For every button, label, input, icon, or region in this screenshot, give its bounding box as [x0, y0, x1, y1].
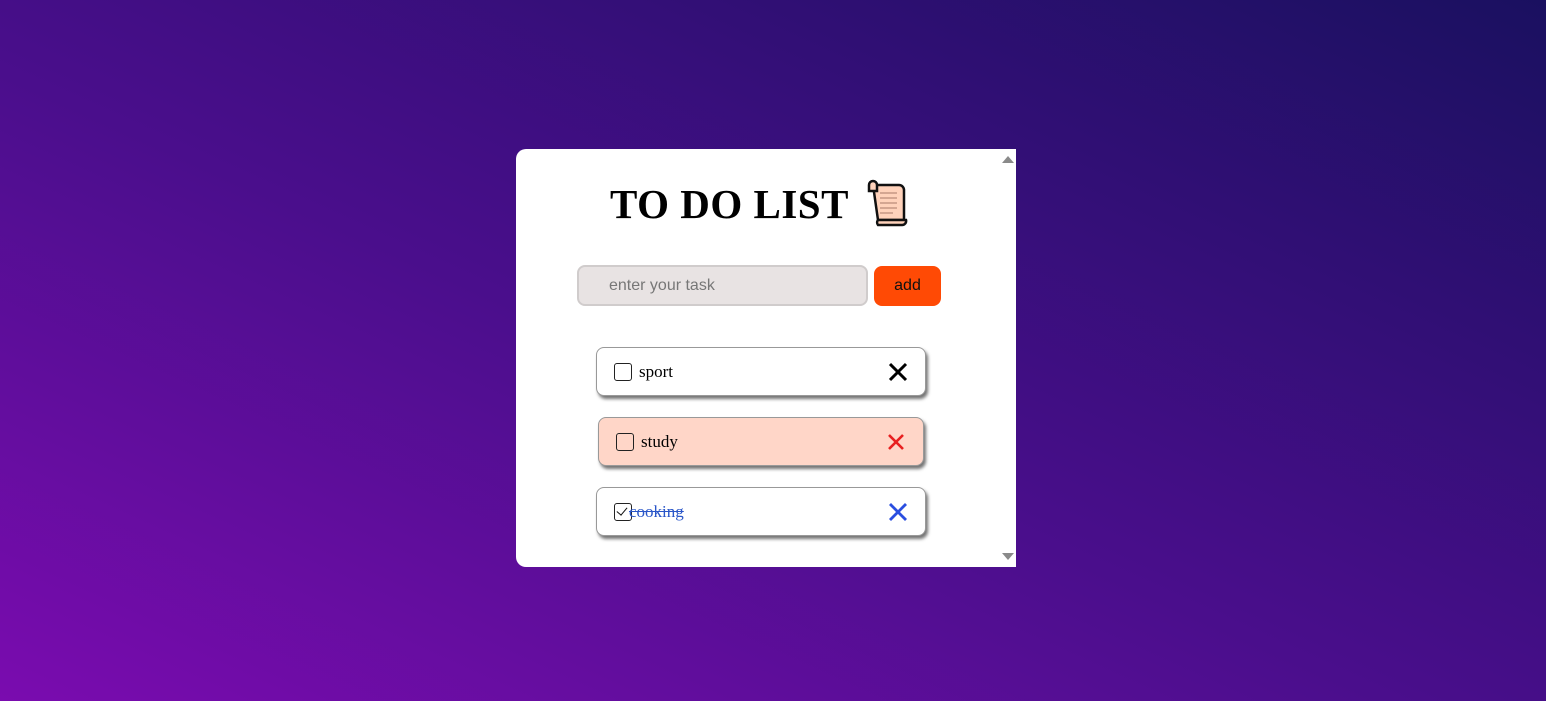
- check-icon: [616, 504, 628, 516]
- close-icon[interactable]: [887, 361, 909, 383]
- scroll-icon: [867, 179, 908, 227]
- task-checkbox[interactable]: [616, 433, 634, 451]
- page-title: TO DO LIST: [610, 181, 849, 227]
- task-input[interactable]: [577, 265, 868, 306]
- task-label: study: [641, 432, 678, 451]
- task-label: sport: [639, 362, 673, 381]
- todo-card: TO DO LIST add sport study: [516, 149, 1016, 567]
- add-button[interactable]: add: [874, 265, 941, 306]
- scroll-up-arrow-icon[interactable]: [1002, 156, 1014, 163]
- list-item[interactable]: cooking: [596, 487, 926, 536]
- header: TO DO LIST: [610, 179, 911, 229]
- task-checkbox[interactable]: [614, 363, 632, 381]
- task-list: sport study cooking: [596, 347, 926, 557]
- list-item[interactable]: study: [598, 417, 924, 466]
- close-icon[interactable]: [887, 501, 909, 523]
- scroll-down-arrow-icon[interactable]: [1002, 553, 1014, 560]
- add-task-form: add: [577, 265, 941, 306]
- list-item[interactable]: sport: [596, 347, 926, 396]
- scrollbar[interactable]: [999, 149, 1016, 567]
- close-icon[interactable]: [885, 431, 907, 453]
- task-label: cooking: [629, 502, 684, 521]
